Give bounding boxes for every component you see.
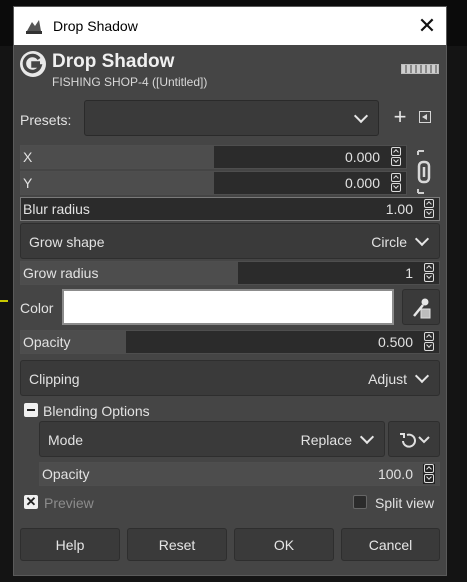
spin-down-icon[interactable] (424, 342, 434, 351)
spin-down-icon[interactable] (424, 273, 434, 282)
spin-up-icon[interactable] (391, 147, 401, 156)
offset-x-fill (21, 146, 214, 168)
presets-menu-icon[interactable] (419, 111, 431, 123)
window-titlebar[interactable]: Drop Shadow ✕ (14, 7, 446, 45)
blend-opacity-value[interactable]: 100.0 (378, 466, 413, 482)
clipping-value: Adjust (368, 371, 407, 387)
offset-y-fill (21, 172, 214, 194)
reset-button[interactable]: Reset (127, 528, 227, 561)
opacity-spin[interactable] (423, 332, 435, 352)
reset-icon (400, 433, 430, 448)
help-button[interactable]: Help (20, 528, 120, 561)
chevron-down-icon (353, 108, 369, 124)
grow-radius-spin[interactable] (423, 263, 435, 283)
clipping-dropdown[interactable]: Clipping Adjust (20, 360, 440, 396)
blend-mode-label: Mode (48, 432, 84, 448)
grow-radius-slider[interactable]: Grow radius 1 (20, 261, 440, 285)
blend-opacity-spin[interactable] (423, 464, 435, 484)
presets-dropdown[interactable] (84, 100, 379, 136)
spin-up-icon[interactable] (424, 263, 434, 272)
blend-mode-dropdown[interactable]: Mode Replace (39, 421, 385, 457)
offset-x-slider[interactable]: X 0.000 (20, 145, 407, 169)
dialog-header: Drop Shadow FISHING SHOP-4 ([Untitled]) (14, 45, 446, 97)
preview-checkbox[interactable]: ✕ (24, 495, 38, 509)
blur-radius-value[interactable]: 1.00 (386, 201, 413, 217)
preview-label[interactable]: Preview (44, 495, 94, 511)
close-icon[interactable]: ✕ (412, 11, 442, 41)
grow-shape-value: Circle (371, 234, 407, 250)
eyedropper-icon (413, 298, 431, 319)
chain-link-icon[interactable] (415, 147, 433, 197)
split-view-checkbox[interactable] (353, 495, 367, 509)
clipping-label: Clipping (29, 371, 80, 387)
blending-options-label[interactable]: Blending Options (43, 403, 150, 419)
grow-radius-label: Grow radius (23, 265, 99, 281)
opacity-value[interactable]: 0.500 (378, 334, 413, 350)
blend-opacity-label: Opacity (42, 466, 90, 482)
spin-down-icon[interactable] (424, 474, 434, 483)
blending-options-toggle[interactable] (24, 403, 38, 417)
spin-up-icon[interactable] (424, 199, 434, 208)
color-label: Color (20, 300, 54, 316)
grow-shape-dropdown[interactable]: Grow shape Circle (20, 223, 440, 259)
drop-shadow-dialog: Drop Shadow ✕ Drop Shadow FISHING SHOP-4… (13, 6, 447, 576)
window-title: Drop Shadow (53, 18, 138, 34)
opacity-label: Opacity (23, 334, 71, 350)
grow-radius-value[interactable]: 1 (405, 265, 413, 281)
layer-thumbnail (401, 64, 439, 74)
color-picker-button[interactable] (402, 289, 440, 325)
offset-x-label: X (23, 149, 33, 165)
spin-up-icon[interactable] (391, 173, 401, 182)
gimp-app-icon (23, 16, 45, 36)
offset-y-spin[interactable] (390, 173, 402, 193)
blur-radius-slider[interactable]: Blur radius 1.00 (20, 197, 440, 221)
dialog-title: Drop Shadow (52, 51, 175, 72)
offset-y-value[interactable]: 0.000 (345, 175, 380, 191)
spin-up-icon[interactable] (424, 332, 434, 341)
spin-down-icon[interactable] (424, 209, 434, 218)
blur-radius-label: Blur radius (23, 201, 90, 217)
add-preset-icon[interactable]: + (392, 106, 408, 128)
gegl-logo-icon (20, 51, 46, 77)
chevron-down-icon (414, 231, 430, 247)
canvas-guide-marker (0, 300, 8, 302)
ok-button[interactable]: OK (234, 528, 334, 561)
grow-shape-label: Grow shape (29, 234, 105, 250)
blur-radius-spin[interactable] (423, 199, 435, 219)
offset-x-spin[interactable] (390, 147, 402, 167)
presets-label: Presets: (20, 112, 72, 128)
chevron-down-icon (359, 429, 375, 445)
offset-y-slider[interactable]: Y 0.000 (20, 171, 407, 195)
offset-y-label: Y (23, 175, 33, 191)
blend-mode-value: Replace (300, 432, 352, 448)
cancel-button[interactable]: Cancel (341, 528, 440, 561)
image-subtitle: FISHING SHOP-4 ([Untitled]) (52, 75, 208, 89)
chevron-down-icon (414, 368, 430, 384)
spin-down-icon[interactable] (391, 183, 401, 192)
offset-x-value[interactable]: 0.000 (345, 149, 380, 165)
blend-opacity-slider[interactable]: Opacity 100.0 (39, 462, 440, 486)
spin-up-icon[interactable] (424, 464, 434, 473)
opacity-slider[interactable]: Opacity 0.500 (20, 330, 440, 354)
spin-down-icon[interactable] (391, 157, 401, 166)
split-view-label[interactable]: Split view (375, 495, 434, 511)
blend-mode-options-button[interactable] (388, 421, 440, 457)
color-swatch-button[interactable] (62, 289, 394, 325)
